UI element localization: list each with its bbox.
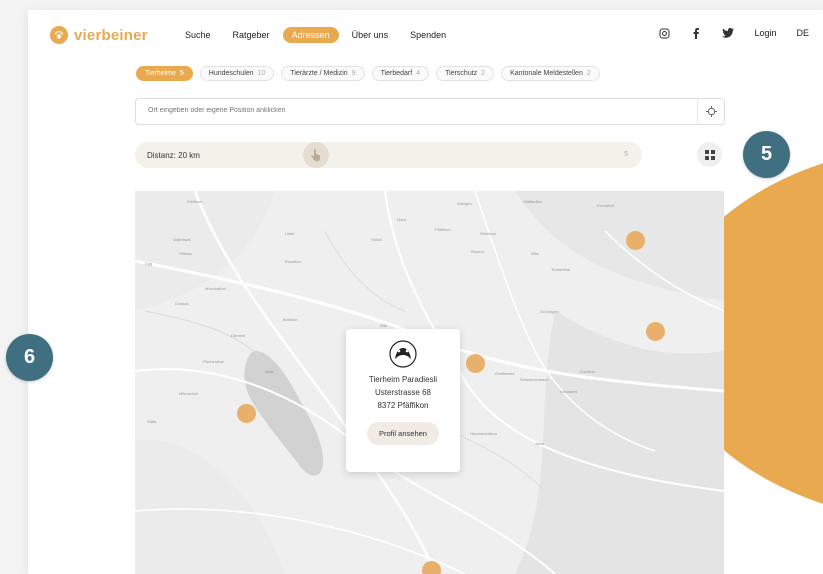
distance-label: Distanz: 20 km	[147, 151, 200, 160]
chip-count: 10	[257, 70, 266, 77]
popup-street: Usterstrasse 68	[374, 388, 432, 397]
language-switch[interactable]: DE	[796, 28, 809, 38]
facebook-icon[interactable]	[690, 27, 702, 39]
chip-count: 5	[179, 70, 184, 77]
map-label: Wila	[531, 251, 539, 256]
nav-item-spenden[interactable]: Spenden	[401, 27, 455, 43]
grid-icon	[704, 149, 715, 160]
map-label: Jona	[535, 441, 544, 446]
popup-city: 8372 Pfäffikon	[377, 401, 429, 410]
chip-label: Tierschutz	[445, 70, 478, 77]
header-actions: Login DE	[658, 27, 809, 39]
step-badge-6: 6	[6, 334, 53, 381]
map-label: Stäfa	[147, 419, 157, 424]
chip-label: Hundeschulen	[208, 70, 254, 77]
map-label: Rüti	[380, 323, 388, 328]
map-label: Volketswil	[173, 237, 191, 242]
brand-name: vierbeiner	[74, 26, 148, 44]
distance-slider[interactable]: Distanz: 20 km 5	[135, 142, 642, 168]
chip-tierschutz[interactable]: Tierschutz 2	[436, 66, 495, 81]
nav-item-ratgeber[interactable]: Ratgeber	[224, 27, 279, 43]
chip-count: 2	[586, 70, 591, 77]
map-marker[interactable]	[466, 354, 485, 373]
address-map[interactable]: Dietlikon Wangen Wallisellen Fehraltorf …	[135, 191, 724, 574]
map-popup: Tierheim Paradiesli Usterstrasse 68 8372…	[346, 329, 460, 472]
map-label: Wallisellen	[523, 199, 542, 204]
top-navigation: vierbeiner Suche Ratgeber Adressen Über …	[28, 10, 823, 64]
map-label: Grüningen	[540, 309, 559, 314]
map-label: Fehraltorf	[597, 203, 615, 208]
map-label: Dietlikon	[187, 199, 203, 204]
map-label: Küsnacht	[560, 389, 577, 394]
chip-label: Tierheime	[145, 70, 176, 77]
map-label: Greifensee	[495, 371, 515, 376]
map-label: Bubikon	[283, 317, 298, 322]
popup-name: Tierheim Paradiesli	[368, 375, 438, 384]
map-label: Zumikon	[580, 369, 596, 374]
chip-kantonale-meldestellen[interactable]: Kantonale Meldestellen 2	[501, 66, 600, 81]
map-label: Wangen	[457, 201, 472, 206]
shelter-logo-icon	[386, 339, 420, 369]
chip-tierbedarf[interactable]: Tierbedarf 4	[371, 66, 430, 81]
map-label: Dürnten	[231, 333, 246, 338]
chip-count: 4	[416, 70, 421, 77]
nav-item-adressen[interactable]: Adressen	[282, 27, 339, 43]
chip-count: 9	[351, 70, 356, 77]
paw-logo-icon	[50, 26, 68, 44]
login-link[interactable]: Login	[754, 28, 776, 38]
logo[interactable]: vierbeiner	[50, 26, 148, 44]
map-label: Uster	[285, 231, 295, 236]
chip-label: Tierbedarf	[380, 70, 413, 77]
map-marker[interactable]	[646, 322, 665, 341]
chip-tierheime[interactable]: Tierheime 5	[136, 66, 193, 81]
distance-max-label: 5	[624, 151, 628, 158]
map-marker[interactable]	[237, 404, 256, 423]
map-marker[interactable]	[422, 561, 441, 574]
grid-view-toggle[interactable]	[697, 142, 722, 167]
map-label: Mönchaltorf	[205, 286, 226, 291]
map-label: Schwerzenbach	[520, 377, 549, 382]
map-label: Bauma	[471, 249, 484, 254]
map-label: Männedorf	[179, 391, 199, 396]
map-label: Fischenthal	[203, 359, 224, 364]
map-label: Wetzikon	[480, 231, 497, 236]
nav-item-suche[interactable]: Suche	[176, 27, 220, 43]
chip-count: 2	[481, 70, 486, 77]
locate-me-icon[interactable]	[697, 99, 724, 124]
instagram-icon[interactable]	[658, 27, 670, 39]
step-badge-5: 5	[743, 131, 790, 178]
map-label: Maur	[397, 217, 407, 222]
category-filters: Tierheime 5 Hundeschulen 10 Tierärzte / Me…	[136, 66, 600, 81]
nav-item-ueber-uns[interactable]: Über uns	[343, 27, 398, 43]
map-label: Russikon	[285, 259, 302, 264]
map-label: Hombrechtikon	[470, 431, 497, 436]
map-marker[interactable]	[626, 231, 645, 250]
chip-hundeschulen[interactable]: Hundeschulen 10	[199, 66, 275, 81]
hand-pointer-icon	[311, 149, 320, 161]
location-search	[135, 98, 725, 125]
chip-label: Tierärzte / Medizin	[290, 70, 348, 77]
map-label: Wald	[265, 369, 274, 374]
slider-handle[interactable]	[303, 142, 329, 168]
chip-tieraerzte[interactable]: Tierärzte / Medizin 9	[281, 66, 365, 81]
map-label: Turbenthal	[551, 267, 570, 272]
map-label: Gossau	[175, 301, 189, 306]
main-nav: Suche Ratgeber Adressen Über uns Spenden	[176, 27, 459, 43]
page-card: vierbeiner Suche Ratgeber Adressen Über …	[28, 10, 823, 574]
map-label: Hinwil	[371, 237, 382, 242]
twitter-icon[interactable]	[722, 27, 735, 39]
view-profile-button[interactable]: Profil ansehen	[367, 422, 439, 445]
chip-label: Kantonale Meldestellen	[510, 70, 583, 77]
location-search-input[interactable]	[146, 106, 690, 115]
map-label: Hittnau	[179, 251, 192, 256]
map-label: Egg	[145, 261, 153, 266]
map-label: Pfäffikon	[435, 227, 451, 232]
